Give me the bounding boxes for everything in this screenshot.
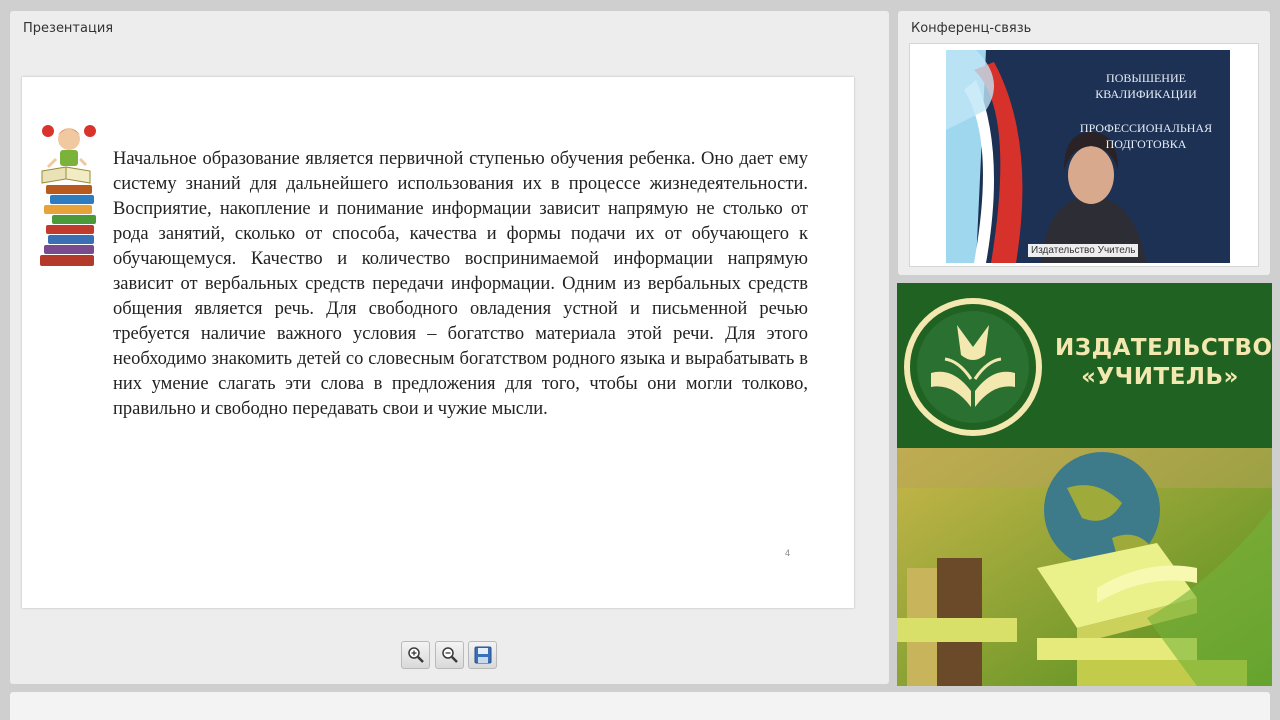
slide-page-number: 4 bbox=[785, 548, 791, 558]
poster-line-2: КВАЛИФИКАЦИИ bbox=[1095, 87, 1197, 101]
zoom-in-button[interactable] bbox=[401, 641, 430, 669]
floppy-disk-icon bbox=[474, 646, 492, 664]
webcam-video[interactable]: ПОВЫШЕНИЕ КВАЛИФИКАЦИИ ПРОФЕССИОНАЛЬНАЯ … bbox=[946, 50, 1230, 263]
conference-panel-title: Конференц-связь bbox=[911, 21, 1032, 36]
conference-panel: Конференц-связь ПОВЫШЕНИЕ КВАЛИФИКАЦИИ П… bbox=[898, 11, 1270, 275]
publisher-name-line-1: ИЗДАТЕЛЬСТВО bbox=[1055, 335, 1272, 361]
brand-header: ИЗДАТЕЛЬСТВО «УЧИТЕЛЬ» bbox=[897, 283, 1272, 448]
publisher-banner: ИЗДАТЕЛЬСТВО «УЧИТЕЛЬ» bbox=[897, 283, 1272, 686]
books-and-globe-image bbox=[897, 448, 1272, 686]
video-caption: Издательство Учитель bbox=[1028, 244, 1139, 257]
presentation-slide: Начальное образование является первичной… bbox=[22, 77, 854, 608]
girl-on-books-illustration bbox=[40, 125, 96, 266]
presentation-panel: Презентация Начальное образование являет… bbox=[10, 11, 889, 684]
zoom-out-icon bbox=[442, 647, 458, 663]
save-button[interactable] bbox=[468, 641, 497, 669]
publisher-logo-icon bbox=[904, 298, 1042, 436]
slide-body-text: Начальное образование является первичной… bbox=[113, 149, 808, 419]
publisher-name-line-2: «УЧИТЕЛЬ» bbox=[1081, 364, 1239, 390]
poster-line-1: ПОВЫШЕНИЕ bbox=[1106, 71, 1186, 85]
publisher-name: ИЗДАТЕЛЬСТВО «УЧИТЕЛЬ» bbox=[1055, 334, 1272, 392]
bottom-panel bbox=[10, 692, 1270, 720]
poster-line-4: ПОДГОТОВКА bbox=[1105, 137, 1187, 151]
video-frame: ПОВЫШЕНИЕ КВАЛИФИКАЦИИ ПРОФЕССИОНАЛЬНАЯ … bbox=[909, 43, 1259, 267]
poster-line-3: ПРОФЕССИОНАЛЬНАЯ bbox=[1079, 121, 1213, 135]
zoom-in-icon bbox=[408, 647, 424, 663]
presentation-panel-title: Презентация bbox=[23, 21, 114, 36]
zoom-out-button[interactable] bbox=[435, 641, 464, 669]
